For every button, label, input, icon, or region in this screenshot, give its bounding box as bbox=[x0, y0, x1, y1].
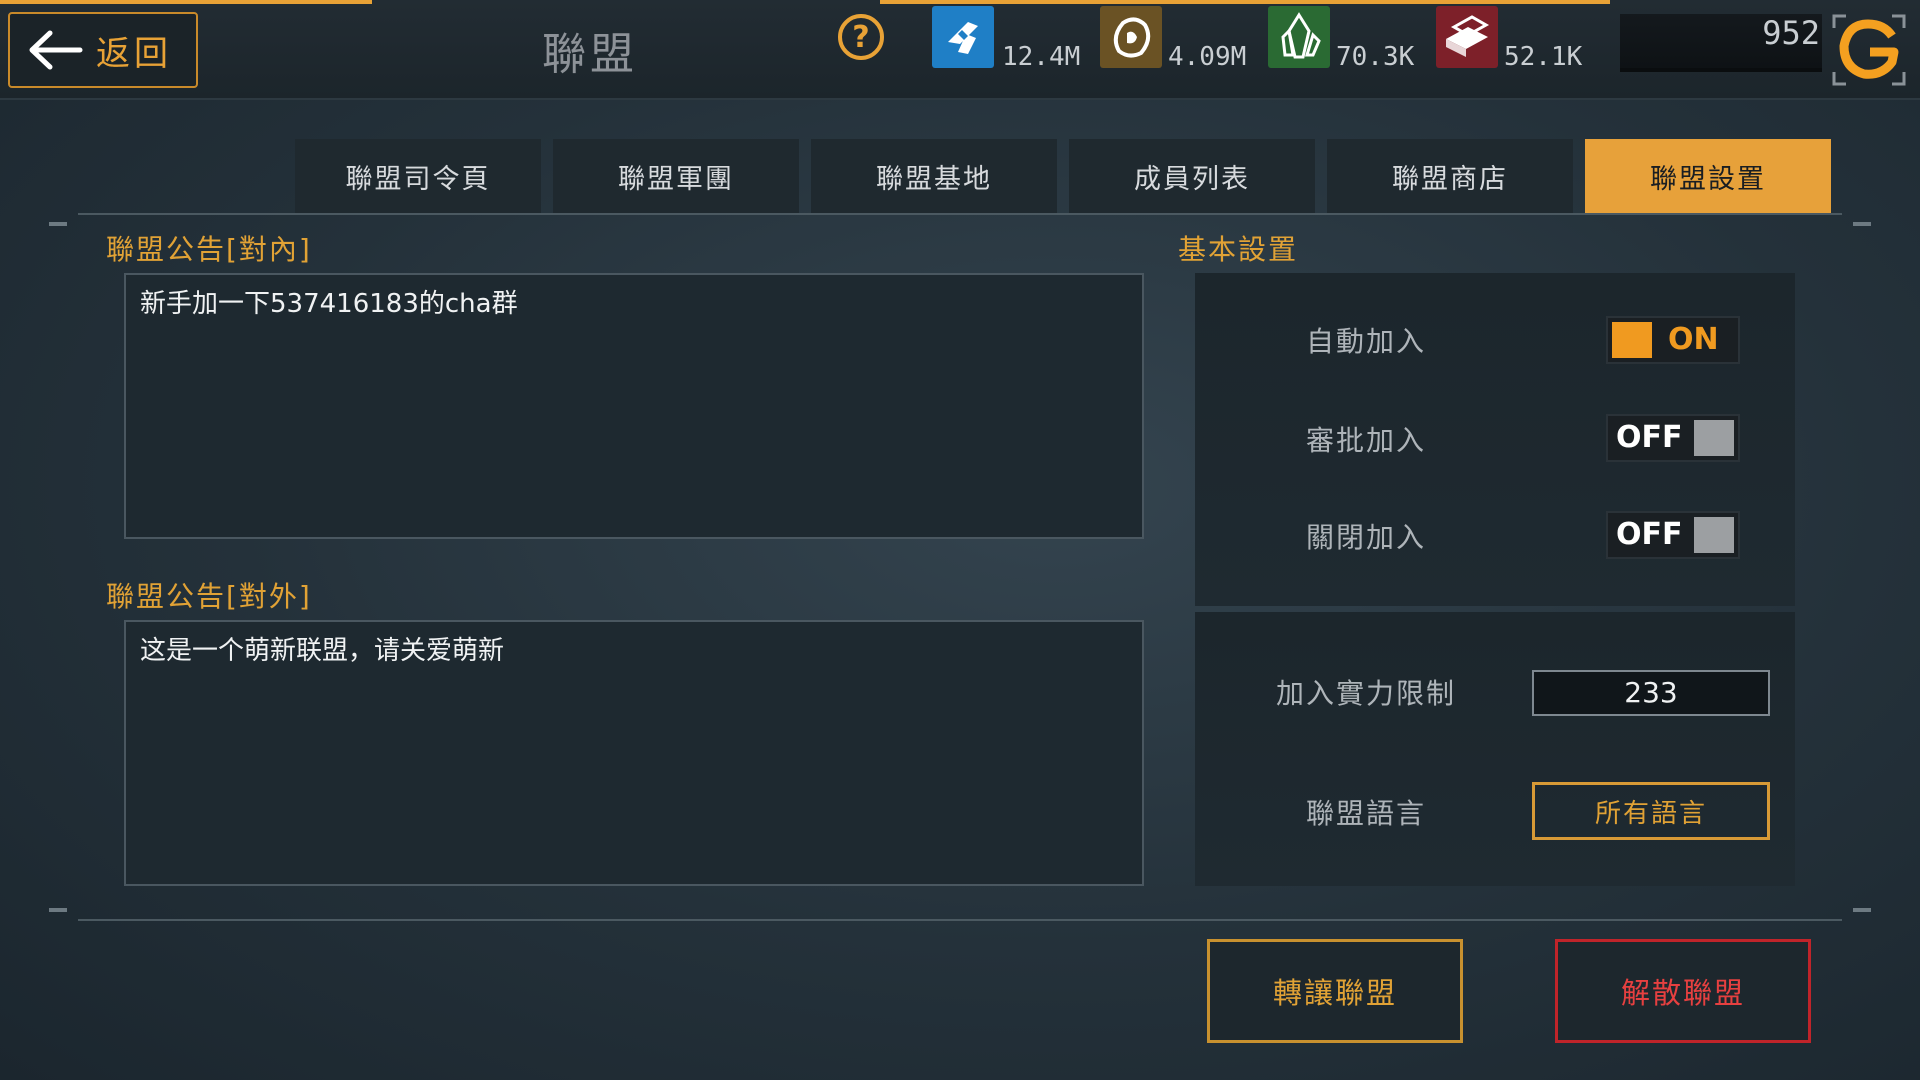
toggle-state: OFF bbox=[1616, 517, 1683, 552]
toggle-knob bbox=[1612, 322, 1652, 358]
limit-settings-panel bbox=[1195, 612, 1795, 886]
tab-alliance-settings[interactable]: 聯盟設置 bbox=[1585, 139, 1831, 213]
power-limit-input[interactable]: 233 bbox=[1532, 670, 1770, 716]
bottom-divider bbox=[78, 919, 1842, 921]
basic-settings-title: 基本設置 bbox=[1178, 233, 1299, 266]
auto-join-label: 自動加入 bbox=[1305, 325, 1426, 358]
ore-value: 4.09M bbox=[1168, 42, 1247, 72]
energy-icon[interactable] bbox=[932, 6, 994, 68]
internal-notice-input[interactable]: 新手加一下537416183的cha群 bbox=[124, 273, 1144, 539]
tab-alliance-command[interactable]: 聯盟司令頁 bbox=[295, 139, 541, 213]
alloy-icon[interactable] bbox=[1436, 6, 1498, 68]
approve-join-label: 審批加入 bbox=[1305, 424, 1426, 457]
top-accent-line bbox=[880, 0, 1610, 4]
frame-corner bbox=[1853, 908, 1871, 912]
back-arrow-icon bbox=[29, 30, 83, 70]
crystal-icon[interactable] bbox=[1268, 6, 1330, 68]
disband-alliance-button[interactable]: 解散聯盟 bbox=[1555, 939, 1811, 1043]
help-icon[interactable]: ? bbox=[838, 14, 884, 60]
approve-join-toggle[interactable]: OFF bbox=[1606, 414, 1740, 462]
ore-icon[interactable] bbox=[1100, 6, 1162, 68]
internal-notice-text: 新手加一下537416183的cha群 bbox=[140, 289, 518, 319]
internal-notice-title: 聯盟公告[對內] bbox=[106, 233, 312, 266]
toggle-knob bbox=[1694, 517, 1734, 553]
tab-alliance-legion[interactable]: 聯盟軍團 bbox=[553, 139, 799, 213]
energy-value: 12.4M bbox=[1002, 42, 1081, 72]
top-accent-line bbox=[0, 0, 372, 4]
back-label: 返回 bbox=[96, 33, 172, 74]
page-title: 聯盟 bbox=[542, 29, 638, 80]
external-notice-input[interactable]: 这是一个萌新联盟，请关爱萌新 bbox=[124, 620, 1144, 886]
power-limit-label: 加入實力限制 bbox=[1275, 677, 1456, 710]
tab-divider bbox=[78, 213, 1842, 215]
close-join-toggle[interactable]: OFF bbox=[1606, 511, 1740, 559]
language-select-button[interactable]: 所有語言 bbox=[1532, 782, 1770, 840]
frame-corner bbox=[1853, 222, 1871, 226]
crystal-value: 70.3K bbox=[1336, 42, 1415, 72]
close-join-label: 關閉加入 bbox=[1305, 521, 1426, 554]
tab-member-list[interactable]: 成員列表 bbox=[1069, 139, 1315, 213]
gold-value: 952 bbox=[1762, 14, 1820, 52]
gold-add-icon[interactable] bbox=[1830, 12, 1908, 88]
toggle-state: OFF bbox=[1616, 420, 1683, 455]
frame-corner bbox=[49, 222, 67, 226]
transfer-alliance-button[interactable]: 轉讓聯盟 bbox=[1207, 939, 1463, 1043]
tab-alliance-shop[interactable]: 聯盟商店 bbox=[1327, 139, 1573, 213]
external-notice-title: 聯盟公告[對外] bbox=[106, 580, 312, 613]
alloy-value: 52.1K bbox=[1504, 42, 1583, 72]
frame-corner bbox=[49, 908, 67, 912]
auto-join-toggle[interactable]: ON bbox=[1606, 316, 1740, 364]
toggle-knob bbox=[1694, 420, 1734, 456]
external-notice-text: 这是一个萌新联盟，请关爱萌新 bbox=[140, 636, 505, 666]
language-label: 聯盟語言 bbox=[1305, 797, 1426, 830]
back-button[interactable]: 返回 bbox=[8, 12, 198, 88]
toggle-state: ON bbox=[1668, 322, 1719, 357]
tab-alliance-base[interactable]: 聯盟基地 bbox=[811, 139, 1057, 213]
